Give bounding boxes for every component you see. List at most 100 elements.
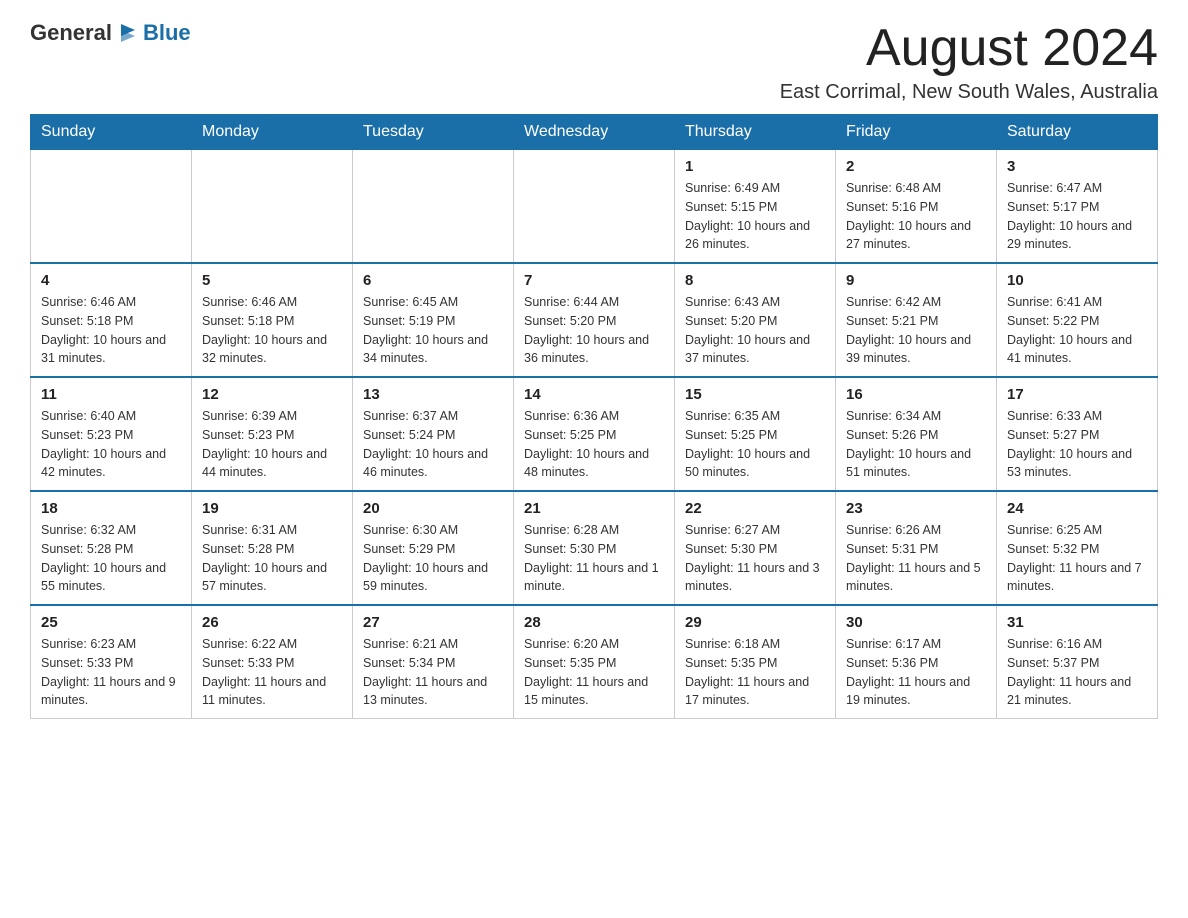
calendar-cell: 18Sunrise: 6:32 AM Sunset: 5:28 PM Dayli…	[31, 491, 192, 605]
calendar-cell: 10 Sunrise: 6:41 AM Sunset: 5:22 PM Dayli…	[997, 263, 1158, 377]
calendar-cell: 1 Sunrise: 6:49 AM Sunset: 5:15 PM Daylig…	[675, 150, 836, 264]
day-number: 22	[685, 500, 825, 517]
calendar-cell: 5 Sunrise: 6:46 AM Sunset: 5:18 PM Daylig…	[192, 263, 353, 377]
location-title: East Corrimal, New South Wales, Australi…	[780, 81, 1158, 104]
day-info: Sunrise: 6:27 AM Sunset: 5:30 PM Dayligh…	[685, 521, 825, 596]
day-number: 31	[1007, 614, 1147, 631]
calendar-week-2: 4 Sunrise: 6:46 AM Sunset: 5:18 PM Daylig…	[31, 263, 1158, 377]
calendar-cell: 24 Sunrise: 6:25 AM Sunset: 5:32 PM Dayli…	[997, 491, 1158, 605]
calendar-week-3: 11 Sunrise: 6:40 AM Sunset: 5:23 PM Dayli…	[31, 377, 1158, 491]
calendar-week-4: 18Sunrise: 6:32 AM Sunset: 5:28 PM Dayli…	[31, 491, 1158, 605]
day-info: Sunrise: 6:35 AM Sunset: 5:25 PM Dayligh…	[685, 407, 825, 482]
day-number: 1	[685, 158, 825, 175]
day-info: Sunrise: 6:46 AM Sunset: 5:18 PM Dayligh…	[41, 293, 181, 368]
day-number: 30	[846, 614, 986, 631]
day-info: Sunrise: 6:22 AM Sunset: 5:33 PM Dayligh…	[202, 635, 342, 710]
header-day-saturday: Saturday	[997, 115, 1158, 150]
calendar-cell: 4 Sunrise: 6:46 AM Sunset: 5:18 PM Daylig…	[31, 263, 192, 377]
day-info: Sunrise: 6:17 AM Sunset: 5:36 PM Dayligh…	[846, 635, 986, 710]
calendar-cell: 23 Sunrise: 6:26 AM Sunset: 5:31 PM Dayli…	[836, 491, 997, 605]
calendar-cell: 9 Sunrise: 6:42 AM Sunset: 5:21 PM Daylig…	[836, 263, 997, 377]
calendar-week-5: 25Sunrise: 6:23 AM Sunset: 5:33 PM Dayli…	[31, 605, 1158, 719]
day-info: Sunrise: 6:20 AM Sunset: 5:35 PM Dayligh…	[524, 635, 664, 710]
day-number: 7	[524, 272, 664, 289]
calendar-table: SundayMondayTuesdayWednesdayThursdayFrid…	[30, 114, 1158, 719]
day-info: Sunrise: 6:31 AM Sunset: 5:28 PM Dayligh…	[202, 521, 342, 596]
calendar-cell	[31, 150, 192, 264]
calendar-cell: 28Sunrise: 6:20 AM Sunset: 5:35 PM Dayli…	[514, 605, 675, 719]
day-info: Sunrise: 6:40 AM Sunset: 5:23 PM Dayligh…	[41, 407, 181, 482]
calendar-cell: 29Sunrise: 6:18 AM Sunset: 5:35 PM Dayli…	[675, 605, 836, 719]
title-block: August 2024 East Corrimal, New South Wal…	[780, 20, 1158, 104]
logo-text-blue: Blue	[143, 20, 191, 46]
calendar-cell: 17Sunrise: 6:33 AM Sunset: 5:27 PM Dayli…	[997, 377, 1158, 491]
calendar-cell: 8 Sunrise: 6:43 AM Sunset: 5:20 PM Daylig…	[675, 263, 836, 377]
header-day-thursday: Thursday	[675, 115, 836, 150]
logo: General Blue	[30, 20, 191, 46]
day-number: 11	[41, 386, 181, 403]
calendar-body: 1 Sunrise: 6:49 AM Sunset: 5:15 PM Daylig…	[31, 150, 1158, 719]
day-number: 9	[846, 272, 986, 289]
day-info: Sunrise: 6:43 AM Sunset: 5:20 PM Dayligh…	[685, 293, 825, 368]
day-number: 19	[202, 500, 342, 517]
day-info: Sunrise: 6:45 AM Sunset: 5:19 PM Dayligh…	[363, 293, 503, 368]
day-number: 5	[202, 272, 342, 289]
calendar-cell: 21Sunrise: 6:28 AM Sunset: 5:30 PM Dayli…	[514, 491, 675, 605]
day-info: Sunrise: 6:42 AM Sunset: 5:21 PM Dayligh…	[846, 293, 986, 368]
page-header: General Blue August 2024 East Corrimal, …	[30, 20, 1158, 104]
day-number: 6	[363, 272, 503, 289]
calendar-cell: 19 Sunrise: 6:31 AM Sunset: 5:28 PM Dayli…	[192, 491, 353, 605]
calendar-cell: 7 Sunrise: 6:44 AM Sunset: 5:20 PM Daylig…	[514, 263, 675, 377]
calendar-cell: 12 Sunrise: 6:39 AM Sunset: 5:23 PM Dayli…	[192, 377, 353, 491]
day-info: Sunrise: 6:30 AM Sunset: 5:29 PM Dayligh…	[363, 521, 503, 596]
day-info: Sunrise: 6:16 AM Sunset: 5:37 PM Dayligh…	[1007, 635, 1147, 710]
calendar-week-1: 1 Sunrise: 6:49 AM Sunset: 5:15 PM Daylig…	[31, 150, 1158, 264]
day-info: Sunrise: 6:39 AM Sunset: 5:23 PM Dayligh…	[202, 407, 342, 482]
day-info: Sunrise: 6:37 AM Sunset: 5:24 PM Dayligh…	[363, 407, 503, 482]
calendar-cell: 25Sunrise: 6:23 AM Sunset: 5:33 PM Dayli…	[31, 605, 192, 719]
day-number: 14	[524, 386, 664, 403]
day-info: Sunrise: 6:18 AM Sunset: 5:35 PM Dayligh…	[685, 635, 825, 710]
day-number: 2	[846, 158, 986, 175]
day-info: Sunrise: 6:21 AM Sunset: 5:34 PM Dayligh…	[363, 635, 503, 710]
calendar-cell: 31 Sunrise: 6:16 AM Sunset: 5:37 PM Dayli…	[997, 605, 1158, 719]
calendar-cell: 14 Sunrise: 6:36 AM Sunset: 5:25 PM Dayli…	[514, 377, 675, 491]
day-info: Sunrise: 6:33 AM Sunset: 5:27 PM Dayligh…	[1007, 407, 1147, 482]
calendar-cell	[353, 150, 514, 264]
calendar-cell: 26 Sunrise: 6:22 AM Sunset: 5:33 PM Dayli…	[192, 605, 353, 719]
logo-flag-icon	[115, 20, 141, 46]
day-number: 20	[363, 500, 503, 517]
day-number: 25	[41, 614, 181, 631]
calendar-cell: 13Sunrise: 6:37 AM Sunset: 5:24 PM Dayli…	[353, 377, 514, 491]
day-number: 26	[202, 614, 342, 631]
day-number: 4	[41, 272, 181, 289]
calendar-cell: 3 Sunrise: 6:47 AM Sunset: 5:17 PM Daylig…	[997, 150, 1158, 264]
calendar-cell: 2 Sunrise: 6:48 AM Sunset: 5:16 PM Daylig…	[836, 150, 997, 264]
month-title: August 2024	[780, 20, 1158, 77]
calendar-header: SundayMondayTuesdayWednesdayThursdayFrid…	[31, 115, 1158, 150]
day-info: Sunrise: 6:49 AM Sunset: 5:15 PM Dayligh…	[685, 179, 825, 254]
header-day-wednesday: Wednesday	[514, 115, 675, 150]
header-row: SundayMondayTuesdayWednesdayThursdayFrid…	[31, 115, 1158, 150]
day-number: 23	[846, 500, 986, 517]
day-number: 10	[1007, 272, 1147, 289]
day-info: Sunrise: 6:48 AM Sunset: 5:16 PM Dayligh…	[846, 179, 986, 254]
day-info: Sunrise: 6:26 AM Sunset: 5:31 PM Dayligh…	[846, 521, 986, 596]
calendar-cell: 20 Sunrise: 6:30 AM Sunset: 5:29 PM Dayli…	[353, 491, 514, 605]
header-day-tuesday: Tuesday	[353, 115, 514, 150]
day-number: 3	[1007, 158, 1147, 175]
day-info: Sunrise: 6:47 AM Sunset: 5:17 PM Dayligh…	[1007, 179, 1147, 254]
day-number: 8	[685, 272, 825, 289]
day-info: Sunrise: 6:36 AM Sunset: 5:25 PM Dayligh…	[524, 407, 664, 482]
header-day-monday: Monday	[192, 115, 353, 150]
day-number: 24	[1007, 500, 1147, 517]
day-info: Sunrise: 6:44 AM Sunset: 5:20 PM Dayligh…	[524, 293, 664, 368]
day-info: Sunrise: 6:46 AM Sunset: 5:18 PM Dayligh…	[202, 293, 342, 368]
day-info: Sunrise: 6:28 AM Sunset: 5:30 PM Dayligh…	[524, 521, 664, 596]
day-number: 12	[202, 386, 342, 403]
day-info: Sunrise: 6:25 AM Sunset: 5:32 PM Dayligh…	[1007, 521, 1147, 596]
calendar-cell: 22 Sunrise: 6:27 AM Sunset: 5:30 PM Dayli…	[675, 491, 836, 605]
calendar-cell	[192, 150, 353, 264]
day-info: Sunrise: 6:41 AM Sunset: 5:22 PM Dayligh…	[1007, 293, 1147, 368]
calendar-cell: 27Sunrise: 6:21 AM Sunset: 5:34 PM Dayli…	[353, 605, 514, 719]
